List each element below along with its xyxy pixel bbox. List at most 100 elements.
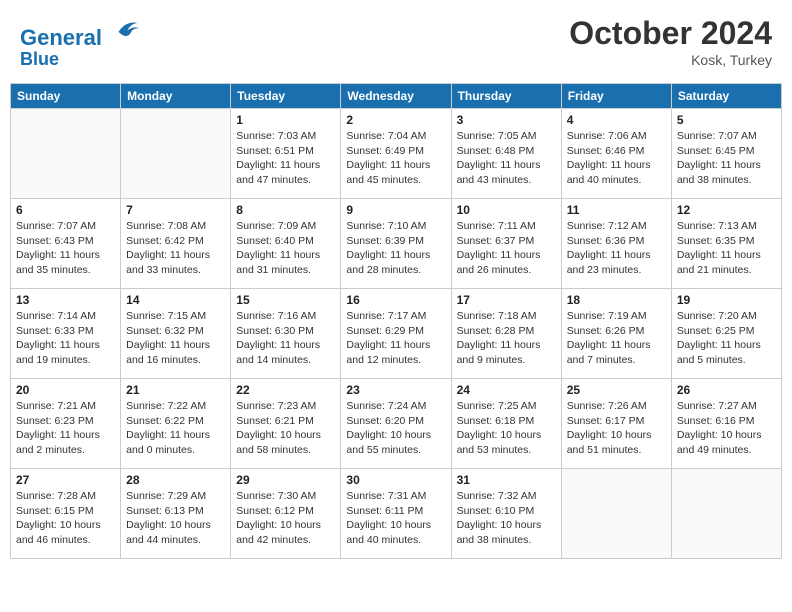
calendar-cell: 28 Sunrise: 7:29 AM Sunset: 6:13 PM Dayli… (121, 468, 231, 558)
calendar-cell: 29 Sunrise: 7:30 AM Sunset: 6:12 PM Dayli… (231, 468, 341, 558)
month-title: October 2024 (569, 15, 772, 52)
day-number: 1 (236, 113, 335, 127)
location: Kosk, Turkey (569, 52, 772, 68)
day-number: 10 (457, 203, 556, 217)
day-number: 9 (346, 203, 445, 217)
day-number: 7 (126, 203, 225, 217)
day-number: 15 (236, 293, 335, 307)
day-number: 8 (236, 203, 335, 217)
calendar-cell: 27 Sunrise: 7:28 AM Sunset: 6:15 PM Dayli… (11, 468, 121, 558)
day-detail: Sunrise: 7:28 AM Sunset: 6:15 PM Dayligh… (16, 489, 115, 548)
day-detail: Sunrise: 7:24 AM Sunset: 6:20 PM Dayligh… (346, 399, 445, 458)
week-row-5: 27 Sunrise: 7:28 AM Sunset: 6:15 PM Dayli… (11, 468, 782, 558)
logo-bird-icon (111, 15, 141, 45)
day-number: 31 (457, 473, 556, 487)
day-number: 16 (346, 293, 445, 307)
day-detail: Sunrise: 7:15 AM Sunset: 6:32 PM Dayligh… (126, 309, 225, 368)
calendar-cell: 3Sunrise: 7:05 AM Sunset: 6:48 PM Daylig… (451, 108, 561, 198)
day-detail: Sunrise: 7:06 AM Sunset: 6:46 PM Dayligh… (567, 129, 666, 188)
day-number: 6 (16, 203, 115, 217)
calendar-cell: 16 Sunrise: 7:17 AM Sunset: 6:29 PM Dayli… (341, 288, 451, 378)
calendar-cell (671, 468, 781, 558)
day-detail: Sunrise: 7:03 AM Sunset: 6:51 PM Dayligh… (236, 129, 335, 188)
week-row-4: 20 Sunrise: 7:21 AM Sunset: 6:23 PM Dayli… (11, 378, 782, 468)
day-number: 18 (567, 293, 666, 307)
logo-general: General (20, 25, 102, 50)
day-detail: Sunrise: 7:22 AM Sunset: 6:22 PM Dayligh… (126, 399, 225, 458)
day-number: 5 (677, 113, 776, 127)
logo: General Blue (20, 15, 141, 70)
calendar-cell: 31 Sunrise: 7:32 AM Sunset: 6:10 PM Dayli… (451, 468, 561, 558)
day-detail: Sunrise: 7:04 AM Sunset: 6:49 PM Dayligh… (346, 129, 445, 188)
day-number: 12 (677, 203, 776, 217)
week-row-2: 6 Sunrise: 7:07 AM Sunset: 6:43 PM Daylig… (11, 198, 782, 288)
weekday-header-sunday: Sunday (11, 83, 121, 108)
day-detail: Sunrise: 7:21 AM Sunset: 6:23 PM Dayligh… (16, 399, 115, 458)
day-detail: Sunrise: 7:16 AM Sunset: 6:30 PM Dayligh… (236, 309, 335, 368)
day-number: 27 (16, 473, 115, 487)
calendar-cell: 12 Sunrise: 7:13 AM Sunset: 6:35 PM Dayli… (671, 198, 781, 288)
calendar-cell: 5 Sunrise: 7:07 AM Sunset: 6:45 PM Daylig… (671, 108, 781, 198)
day-number: 19 (677, 293, 776, 307)
calendar-cell: 23 Sunrise: 7:24 AM Sunset: 6:20 PM Dayli… (341, 378, 451, 468)
calendar-cell (11, 108, 121, 198)
day-number: 3 (457, 113, 556, 127)
calendar-cell (561, 468, 671, 558)
calendar-cell: 7Sunrise: 7:08 AM Sunset: 6:42 PM Daylig… (121, 198, 231, 288)
day-detail: Sunrise: 7:14 AM Sunset: 6:33 PM Dayligh… (16, 309, 115, 368)
calendar-cell: 15 Sunrise: 7:16 AM Sunset: 6:30 PM Dayli… (231, 288, 341, 378)
weekday-header-thursday: Thursday (451, 83, 561, 108)
day-number: 25 (567, 383, 666, 397)
calendar-cell: 9 Sunrise: 7:10 AM Sunset: 6:39 PM Daylig… (341, 198, 451, 288)
day-detail: Sunrise: 7:32 AM Sunset: 6:10 PM Dayligh… (457, 489, 556, 548)
day-number: 13 (16, 293, 115, 307)
day-detail: Sunrise: 7:31 AM Sunset: 6:11 PM Dayligh… (346, 489, 445, 548)
calendar-cell: 1 Sunrise: 7:03 AM Sunset: 6:51 PM Daylig… (231, 108, 341, 198)
calendar-cell: 10 Sunrise: 7:11 AM Sunset: 6:37 PM Dayli… (451, 198, 561, 288)
day-number: 21 (126, 383, 225, 397)
calendar-cell: 24Sunrise: 7:25 AM Sunset: 6:18 PM Dayli… (451, 378, 561, 468)
day-detail: Sunrise: 7:30 AM Sunset: 6:12 PM Dayligh… (236, 489, 335, 548)
day-detail: Sunrise: 7:19 AM Sunset: 6:26 PM Dayligh… (567, 309, 666, 368)
calendar-table: SundayMondayTuesdayWednesdayThursdayFrid… (10, 83, 782, 559)
day-number: 28 (126, 473, 225, 487)
calendar-cell: 20 Sunrise: 7:21 AM Sunset: 6:23 PM Dayli… (11, 378, 121, 468)
weekday-header-saturday: Saturday (671, 83, 781, 108)
day-number: 4 (567, 113, 666, 127)
day-detail: Sunrise: 7:11 AM Sunset: 6:37 PM Dayligh… (457, 219, 556, 278)
calendar-cell: 26Sunrise: 7:27 AM Sunset: 6:16 PM Dayli… (671, 378, 781, 468)
day-detail: Sunrise: 7:20 AM Sunset: 6:25 PM Dayligh… (677, 309, 776, 368)
weekday-header-friday: Friday (561, 83, 671, 108)
day-detail: Sunrise: 7:17 AM Sunset: 6:29 PM Dayligh… (346, 309, 445, 368)
weekday-header-wednesday: Wednesday (341, 83, 451, 108)
day-number: 24 (457, 383, 556, 397)
day-detail: Sunrise: 7:07 AM Sunset: 6:45 PM Dayligh… (677, 129, 776, 188)
calendar-cell: 13 Sunrise: 7:14 AM Sunset: 6:33 PM Dayli… (11, 288, 121, 378)
calendar-cell: 22 Sunrise: 7:23 AM Sunset: 6:21 PM Dayli… (231, 378, 341, 468)
day-detail: Sunrise: 7:07 AM Sunset: 6:43 PM Dayligh… (16, 219, 115, 278)
day-number: 29 (236, 473, 335, 487)
calendar-cell (121, 108, 231, 198)
calendar-cell: 25Sunrise: 7:26 AM Sunset: 6:17 PM Dayli… (561, 378, 671, 468)
day-number: 22 (236, 383, 335, 397)
calendar-cell: 8 Sunrise: 7:09 AM Sunset: 6:40 PM Daylig… (231, 198, 341, 288)
day-number: 2 (346, 113, 445, 127)
day-detail: Sunrise: 7:12 AM Sunset: 6:36 PM Dayligh… (567, 219, 666, 278)
day-number: 23 (346, 383, 445, 397)
calendar-cell: 30 Sunrise: 7:31 AM Sunset: 6:11 PM Dayli… (341, 468, 451, 558)
day-detail: Sunrise: 7:27 AM Sunset: 6:16 PM Dayligh… (677, 399, 776, 458)
calendar-cell: 19 Sunrise: 7:20 AM Sunset: 6:25 PM Dayli… (671, 288, 781, 378)
day-detail: Sunrise: 7:13 AM Sunset: 6:35 PM Dayligh… (677, 219, 776, 278)
day-number: 17 (457, 293, 556, 307)
day-number: 20 (16, 383, 115, 397)
logo-blue: Blue (20, 50, 141, 70)
day-detail: Sunrise: 7:29 AM Sunset: 6:13 PM Dayligh… (126, 489, 225, 548)
day-detail: Sunrise: 7:23 AM Sunset: 6:21 PM Dayligh… (236, 399, 335, 458)
day-detail: Sunrise: 7:09 AM Sunset: 6:40 PM Dayligh… (236, 219, 335, 278)
calendar-cell: 14Sunrise: 7:15 AM Sunset: 6:32 PM Dayli… (121, 288, 231, 378)
day-number: 30 (346, 473, 445, 487)
calendar-cell: 6 Sunrise: 7:07 AM Sunset: 6:43 PM Daylig… (11, 198, 121, 288)
page-header: General Blue October 2024 Kosk, Turkey (10, 10, 782, 75)
day-detail: Sunrise: 7:10 AM Sunset: 6:39 PM Dayligh… (346, 219, 445, 278)
weekday-header-row: SundayMondayTuesdayWednesdayThursdayFrid… (11, 83, 782, 108)
